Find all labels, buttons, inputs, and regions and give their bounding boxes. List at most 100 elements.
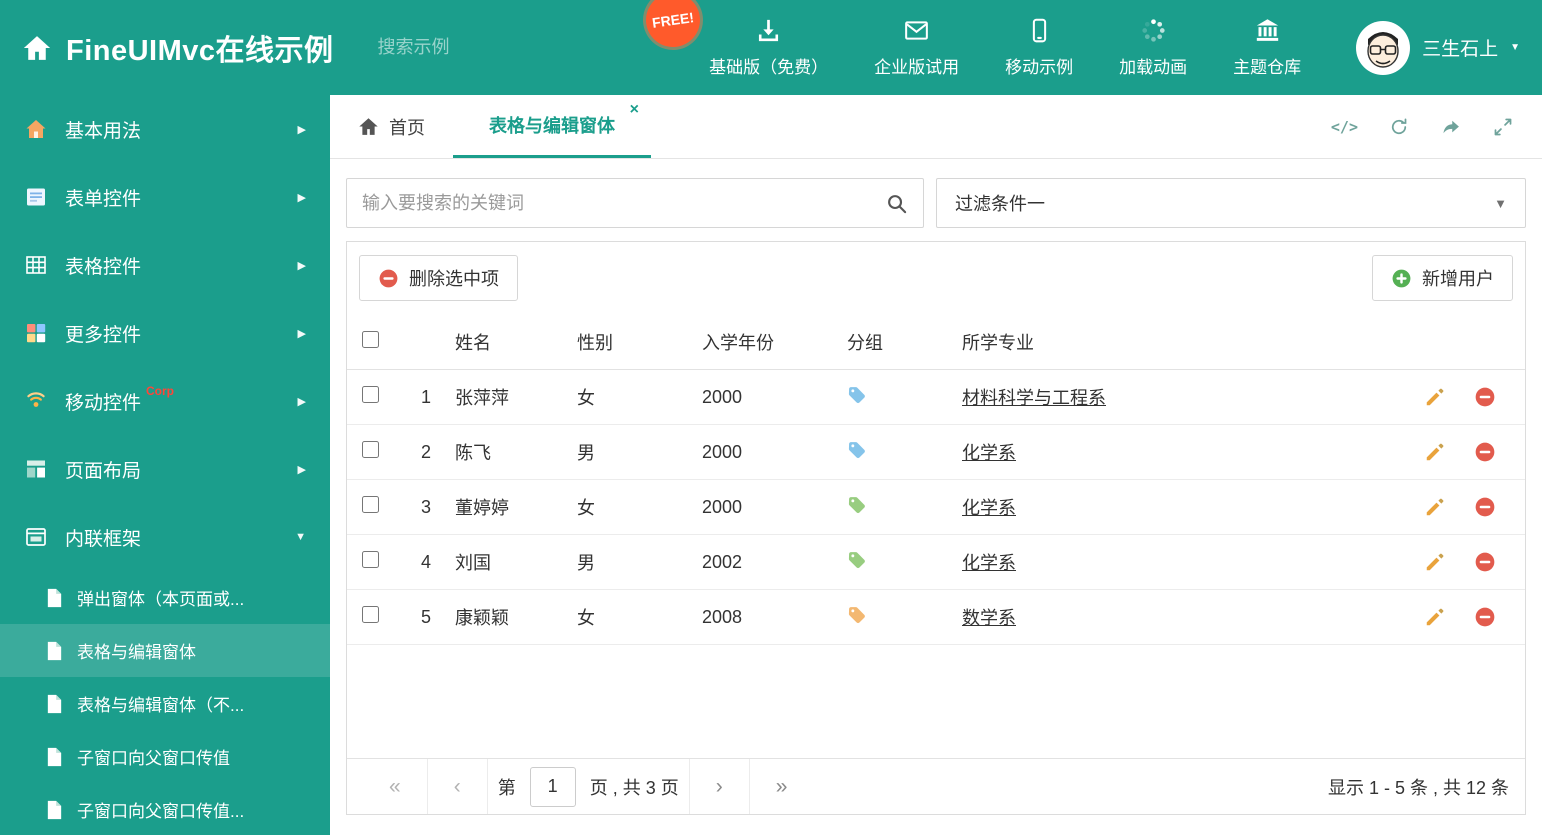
table-body: 1 张萍萍 女 2000 材料科学与工程系 2 陈飞 男 2000 化学系 3 …	[347, 370, 1525, 645]
tag-icon	[847, 495, 867, 515]
delete-selected-button[interactable]: 删除选中项	[359, 255, 518, 301]
chevron-icon: ▶	[297, 123, 306, 136]
main-area: 首页 表格与编辑窗体 × </> 过滤条件一 ▼	[330, 95, 1542, 835]
delete-selected-label: 删除选中项	[409, 269, 499, 289]
delete-row-icon[interactable]	[1474, 551, 1496, 573]
header-search-input[interactable]	[377, 37, 610, 58]
edit-pencil-icon[interactable]	[1424, 441, 1446, 463]
refresh-icon[interactable]	[1388, 116, 1410, 138]
close-icon[interactable]: ×	[630, 102, 639, 118]
file-icon	[46, 588, 63, 608]
delete-row-icon[interactable]	[1474, 441, 1496, 463]
header-nav-enterprise-trial[interactable]: 企业版试用	[851, 17, 982, 78]
keyword-search-input[interactable]	[362, 192, 885, 214]
chevron-icon: ▶	[297, 327, 306, 340]
last-page-icon[interactable]: »	[750, 776, 814, 797]
sidebar-subitem-child-to-parent-alt[interactable]: 子窗口向父窗口传值...	[0, 783, 330, 835]
row-gender: 女	[577, 608, 595, 628]
first-page-icon[interactable]: «	[363, 776, 427, 797]
tab-grid-edit-window[interactable]: 表格与编辑窗体 ×	[453, 95, 651, 158]
row-gender: 女	[577, 388, 595, 408]
sidebar-item-form-controls[interactable]: 表单控件 ▶	[0, 163, 330, 231]
edit-pencil-icon[interactable]	[1424, 386, 1446, 408]
home-icon	[22, 33, 52, 63]
brand[interactable]: FineUIMvc在线示例	[22, 27, 334, 69]
table-row: 5 康颖颖 女 2008 数学系	[347, 590, 1525, 645]
column-header-name: 姓名	[455, 332, 491, 353]
edit-pencil-icon[interactable]	[1424, 606, 1446, 628]
frame-icon	[24, 525, 48, 549]
header-nav-mobile-demo[interactable]: 移动示例	[982, 17, 1096, 78]
envelope-icon	[903, 17, 930, 44]
share-icon[interactable]	[1440, 116, 1462, 138]
user-name: 三生石上	[1422, 39, 1499, 60]
chevron-icon: ▶	[297, 463, 306, 476]
major-link[interactable]: 材料科学与工程系	[962, 388, 1106, 408]
major-link[interactable]: 化学系	[962, 553, 1016, 573]
table-row: 1 张萍萍 女 2000 材料科学与工程系	[347, 370, 1525, 425]
sidebar-item-more-controls[interactable]: 更多控件 ▶	[0, 299, 330, 367]
sidebar-item-inline-frame[interactable]: 内联框架 ▼	[0, 503, 330, 571]
sidebar-subitem-child-to-parent[interactable]: 子窗口向父窗口传值	[0, 730, 330, 783]
row-number: 4	[421, 551, 432, 572]
header-nav-theme-repo[interactable]: 主题仓库	[1210, 17, 1324, 78]
row-year: 2008	[702, 606, 743, 627]
row-checkbox[interactable]	[362, 386, 379, 403]
home-icon	[358, 116, 379, 137]
tab-home-label: 首页	[389, 117, 425, 138]
add-user-label: 新增用户	[1422, 269, 1494, 289]
header-nav-basic-free[interactable]: 基础版（免费） FREE!	[642, 0, 851, 78]
add-user-button[interactable]: 新增用户	[1372, 255, 1513, 301]
source-code-icon[interactable]: </>	[1331, 116, 1358, 138]
row-checkbox[interactable]	[362, 551, 379, 568]
header-nav-loading-animation[interactable]: 加载动画	[1096, 17, 1210, 78]
expand-icon[interactable]	[1492, 116, 1514, 138]
filter-row: 过滤条件一 ▼	[346, 178, 1526, 228]
page-number-input[interactable]	[529, 766, 576, 807]
chevron-icon: ▶	[297, 395, 306, 408]
major-link[interactable]: 数学系	[962, 608, 1016, 628]
table-header: 姓名 性别 入学年份 分组 所学专业	[347, 314, 1525, 370]
sidebar-item-mobile-controls[interactable]: 移动控件 Corp ▶	[0, 367, 330, 435]
page-total-label: 页 , 共 3 页	[589, 777, 679, 798]
table-row: 4 刘国 男 2002 化学系	[347, 535, 1525, 590]
column-header-group: 分组	[847, 332, 883, 353]
mobile-icon	[1026, 17, 1053, 44]
tab-home[interactable]: 首页	[330, 95, 453, 158]
sidebar-item-basic-usage[interactable]: 基本用法 ▶	[0, 95, 330, 163]
row-year: 2002	[702, 551, 743, 572]
app-title: FineUIMvc在线示例	[66, 34, 334, 67]
sidebar-item-page-layout[interactable]: 页面布局 ▶	[0, 435, 330, 503]
delete-row-icon[interactable]	[1474, 606, 1496, 628]
user-menu[interactable]: 三生石上 ▼	[1356, 20, 1520, 75]
row-checkbox[interactable]	[362, 606, 379, 623]
row-checkbox[interactable]	[362, 496, 379, 513]
row-name: 康颖颖	[455, 608, 509, 628]
filter-dropdown[interactable]: 过滤条件一 ▼	[936, 178, 1526, 228]
table-row: 2 陈飞 男 2000 化学系	[347, 425, 1525, 480]
row-name: 张萍萍	[455, 388, 509, 408]
major-link[interactable]: 化学系	[962, 498, 1016, 518]
next-page-icon[interactable]: ›	[690, 776, 749, 797]
grid-panel: 删除选中项 新增用户 姓名 性别 入学年份 分组 所学专业 1 张萍萍 女 20…	[346, 241, 1526, 815]
plus-circle-icon	[1391, 268, 1412, 289]
search-icon[interactable]	[885, 192, 908, 215]
delete-row-icon[interactable]	[1474, 386, 1496, 408]
row-year: 2000	[702, 496, 743, 517]
edit-pencil-icon[interactable]	[1424, 551, 1446, 573]
edit-pencil-icon[interactable]	[1424, 496, 1446, 518]
sidebar-subitem-grid-edit-window-alt[interactable]: 表格与编辑窗体（不...	[0, 677, 330, 730]
prev-page-icon[interactable]: ‹	[428, 776, 487, 797]
sidebar-subitem-grid-edit-window[interactable]: 表格与编辑窗体	[0, 624, 330, 677]
sidebar-subitem-popup-window[interactable]: 弹出窗体（本页面或...	[0, 571, 330, 624]
chevron-icon: ▼	[295, 531, 306, 543]
signal-icon	[24, 389, 48, 413]
major-link[interactable]: 化学系	[962, 443, 1016, 463]
table-row: 3 董婷婷 女 2000 化学系	[347, 480, 1525, 535]
row-checkbox[interactable]	[362, 441, 379, 458]
select-all-checkbox[interactable]	[362, 330, 379, 348]
widgets-icon	[24, 321, 48, 345]
tag-icon	[847, 605, 867, 625]
delete-row-icon[interactable]	[1474, 496, 1496, 518]
sidebar-item-table-controls[interactable]: 表格控件 ▶	[0, 231, 330, 299]
